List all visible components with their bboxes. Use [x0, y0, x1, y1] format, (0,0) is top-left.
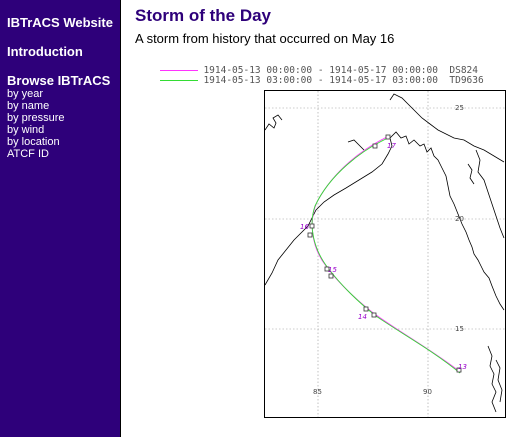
sidebar-item-by-location[interactable]: by location: [7, 136, 64, 148]
marker-may15-b: [328, 273, 334, 279]
browse-heading: Browse IBTrACS: [7, 73, 111, 88]
day-label-17: 17: [387, 142, 396, 150]
marker-may16: [309, 223, 315, 229]
lat-tick-15: 15: [455, 325, 464, 333]
lon-tick-85: 85: [313, 388, 322, 396]
marker-may17: [385, 134, 391, 140]
legend-swatch-green: [160, 80, 199, 81]
day-label-14: 14: [358, 313, 367, 321]
marker-may14-b: [371, 312, 377, 318]
introduction-link[interactable]: Introduction: [7, 44, 83, 59]
sidebar-item-by-year[interactable]: by year: [7, 88, 64, 100]
sidebar: IBTrACS Website Introduction Browse IBTr…: [0, 0, 121, 437]
page-title: Storm of the Day: [135, 6, 272, 25]
page-subtitle: A storm from history that occurred on Ma…: [135, 31, 395, 46]
sidebar-item-atcf-id[interactable]: ATCF ID: [7, 148, 64, 160]
sidebar-item-by-wind[interactable]: by wind: [7, 124, 64, 136]
marker-may17-b: [372, 143, 378, 149]
sidebar-item-by-name[interactable]: by name: [7, 100, 64, 112]
marker-may14: [363, 306, 369, 312]
day-label-16: 16: [300, 223, 309, 231]
lat-tick-20: 20: [455, 215, 464, 223]
lat-tick-25: 25: [455, 104, 464, 112]
sidebar-item-by-pressure[interactable]: by pressure: [7, 112, 64, 124]
day-label-13: 13: [458, 363, 467, 371]
day-label-15: 15: [328, 266, 337, 274]
marker-may16-b: [307, 232, 313, 238]
lon-tick-90: 90: [423, 388, 432, 396]
legend-text-td9636: 1914-05-13 03:00:00 - 1914-05-17 03:00:0…: [203, 75, 484, 86]
legend-entry-td9636: 1914-05-13 03:00:00 - 1914-05-17 03:00:0…: [149, 64, 484, 86]
site-link[interactable]: IBTrACS Website: [7, 15, 113, 30]
browse-list: by year by name by pressure by wind by l…: [7, 88, 64, 160]
storm-track-map: 17 16 15 14 13 85 90 25 20 15: [264, 90, 506, 418]
